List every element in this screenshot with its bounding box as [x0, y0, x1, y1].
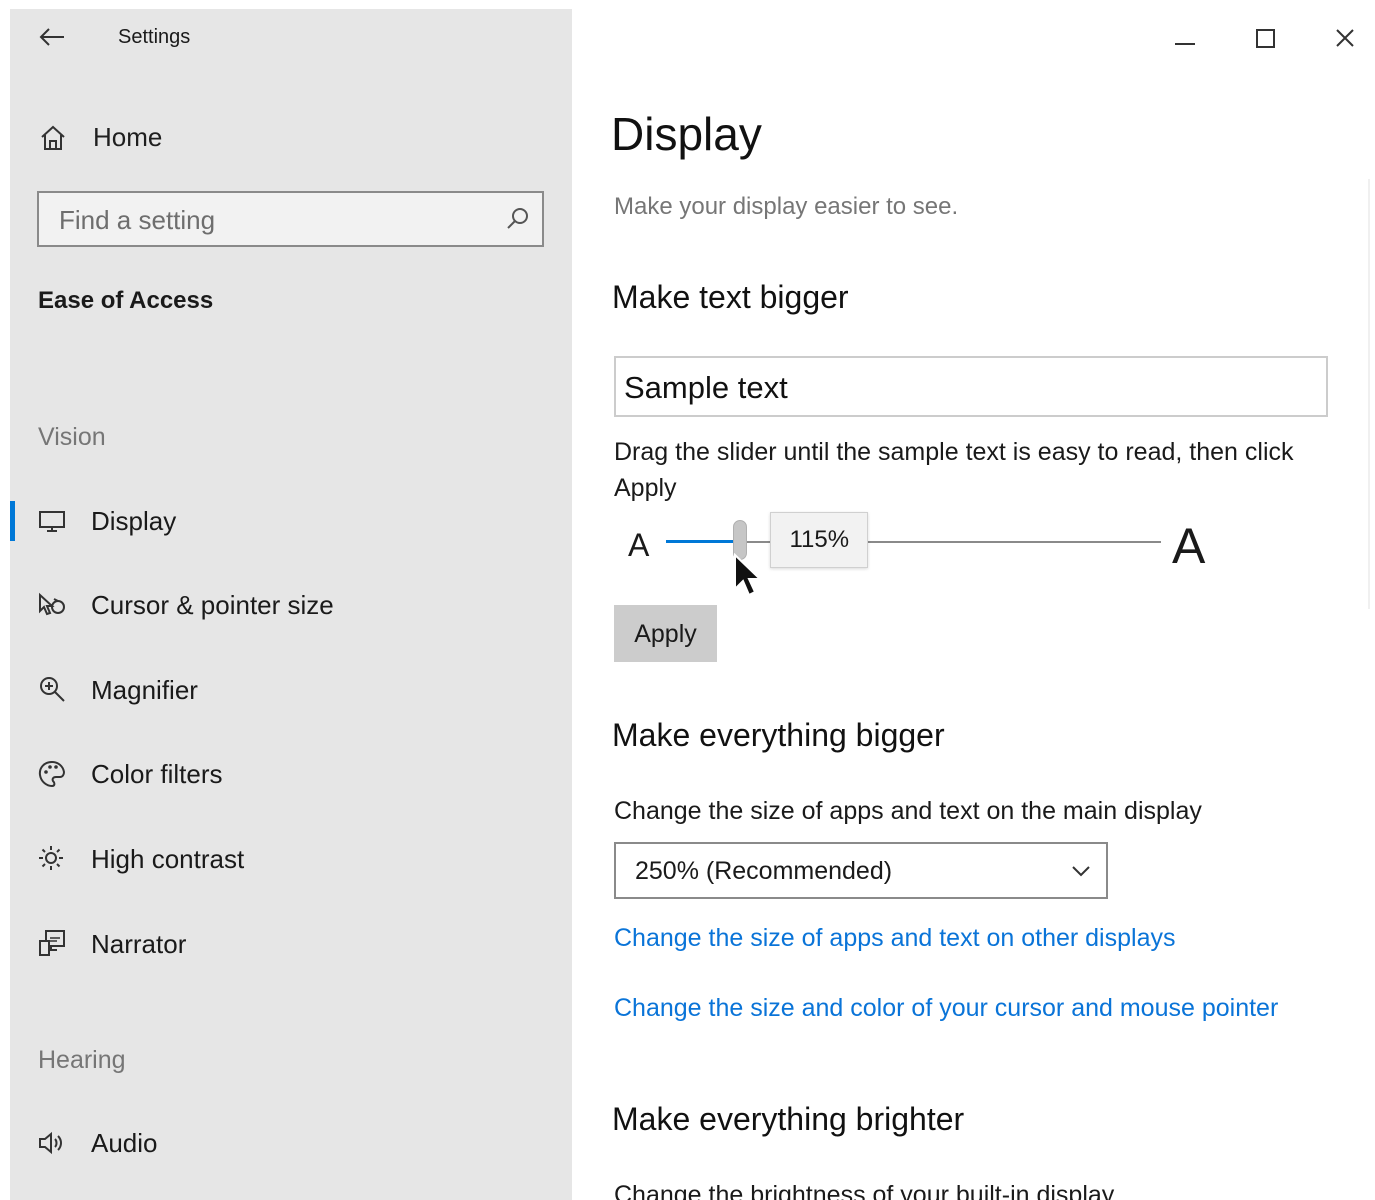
text-size-slider[interactable]: A 115% A	[614, 511, 1224, 597]
minimize-button[interactable]	[1155, 17, 1215, 61]
sidebar-item-label: High contrast	[91, 844, 245, 874]
scale-dropdown-value: 250% (Recommended)	[635, 857, 893, 885]
search-icon[interactable]	[504, 205, 532, 233]
screen-top-edge	[0, 0, 1375, 9]
sidebar-item-label: Cursor & pointer size	[91, 590, 334, 620]
search-placeholder: Find a setting	[59, 205, 216, 235]
mouse-pointer-icon	[732, 552, 766, 601]
slider-track-fill	[666, 540, 741, 543]
slider-instruction: Drag the slider until the sample text is…	[614, 438, 1294, 502]
search-input[interactable]: Find a setting	[37, 191, 544, 247]
sample-text: Sample text	[624, 370, 788, 405]
page-title: Display	[611, 108, 762, 160]
back-arrow-icon[interactable]	[36, 23, 68, 51]
speaker-icon	[36, 1127, 68, 1159]
scrollbar-track[interactable]	[1368, 179, 1370, 609]
app-title: Settings	[118, 26, 191, 48]
chevron-down-icon	[1068, 858, 1094, 884]
selection-indicator	[10, 501, 15, 541]
scale-description: Change the size of apps and text on the …	[614, 797, 1202, 825]
sidebar-item-label: Audio	[91, 1128, 158, 1158]
sample-text-box: Sample text	[614, 356, 1328, 417]
screen-left-edge	[0, 0, 10, 1200]
sidebar-item-label: Narrator	[91, 929, 187, 959]
category-heading: Ease of Access	[38, 287, 214, 314]
sidebar-item-display[interactable]: Display	[10, 497, 572, 547]
sidebar-home-label: Home	[93, 122, 163, 152]
slider-value: 115%	[789, 526, 850, 553]
sidebar-item-label: Color filters	[91, 759, 223, 789]
link-other-displays[interactable]: Change the size of apps and text on othe…	[614, 924, 1175, 953]
title-bar: Settings	[10, 9, 572, 65]
sidebar-item-narrator[interactable]: Narrator	[10, 920, 572, 970]
heading-make-everything-bigger: Make everything bigger	[612, 717, 945, 753]
magnifier-icon	[36, 674, 68, 706]
page-subtitle: Make your display easier to see.	[614, 193, 959, 220]
sidebar-item-color-filters[interactable]: Color filters	[10, 750, 572, 800]
apply-button[interactable]: Apply	[614, 605, 717, 662]
sidebar-item-label: Display	[91, 506, 177, 536]
apply-button-label: Apply	[634, 620, 697, 648]
sidebar-home[interactable]: Home	[10, 117, 572, 157]
narrator-icon	[36, 928, 68, 960]
group-label-hearing: Hearing	[38, 1046, 126, 1074]
heading-make-everything-brighter: Make everything brighter	[612, 1101, 965, 1137]
heading-make-text-bigger: Make text bigger	[612, 279, 849, 315]
sidebar-item-high-contrast[interactable]: High contrast	[10, 835, 572, 885]
sidebar: Settings Home Find a setting Ease of Acc…	[10, 9, 572, 1200]
sidebar-item-audio[interactable]: Audio	[10, 1119, 572, 1169]
slider-value-tooltip: 115%	[770, 512, 869, 568]
sidebar-item-magnifier[interactable]: Magnifier	[10, 666, 572, 716]
large-a-label: A	[1172, 518, 1206, 574]
monitor-icon	[36, 505, 68, 537]
sidebar-item-cursor-pointer-size[interactable]: Cursor & pointer size	[10, 581, 572, 631]
palette-icon	[36, 758, 68, 790]
group-label-vision: Vision	[38, 423, 106, 451]
home-icon	[38, 123, 68, 153]
close-button[interactable]	[1315, 17, 1375, 61]
maximize-button[interactable]	[1235, 17, 1295, 61]
scale-dropdown[interactable]: 250% (Recommended)	[614, 842, 1108, 899]
brightness-description: Change the brightness of your built-in d…	[614, 1181, 1115, 1200]
content-pane: Display Make your display easier to see.…	[572, 9, 1375, 1200]
link-cursor-settings[interactable]: Change the size and color of your cursor…	[614, 994, 1278, 1023]
cursor-icon	[36, 589, 68, 621]
sun-icon	[36, 843, 68, 875]
small-a-label: A	[628, 527, 650, 563]
sidebar-item-label: Magnifier	[91, 675, 198, 705]
